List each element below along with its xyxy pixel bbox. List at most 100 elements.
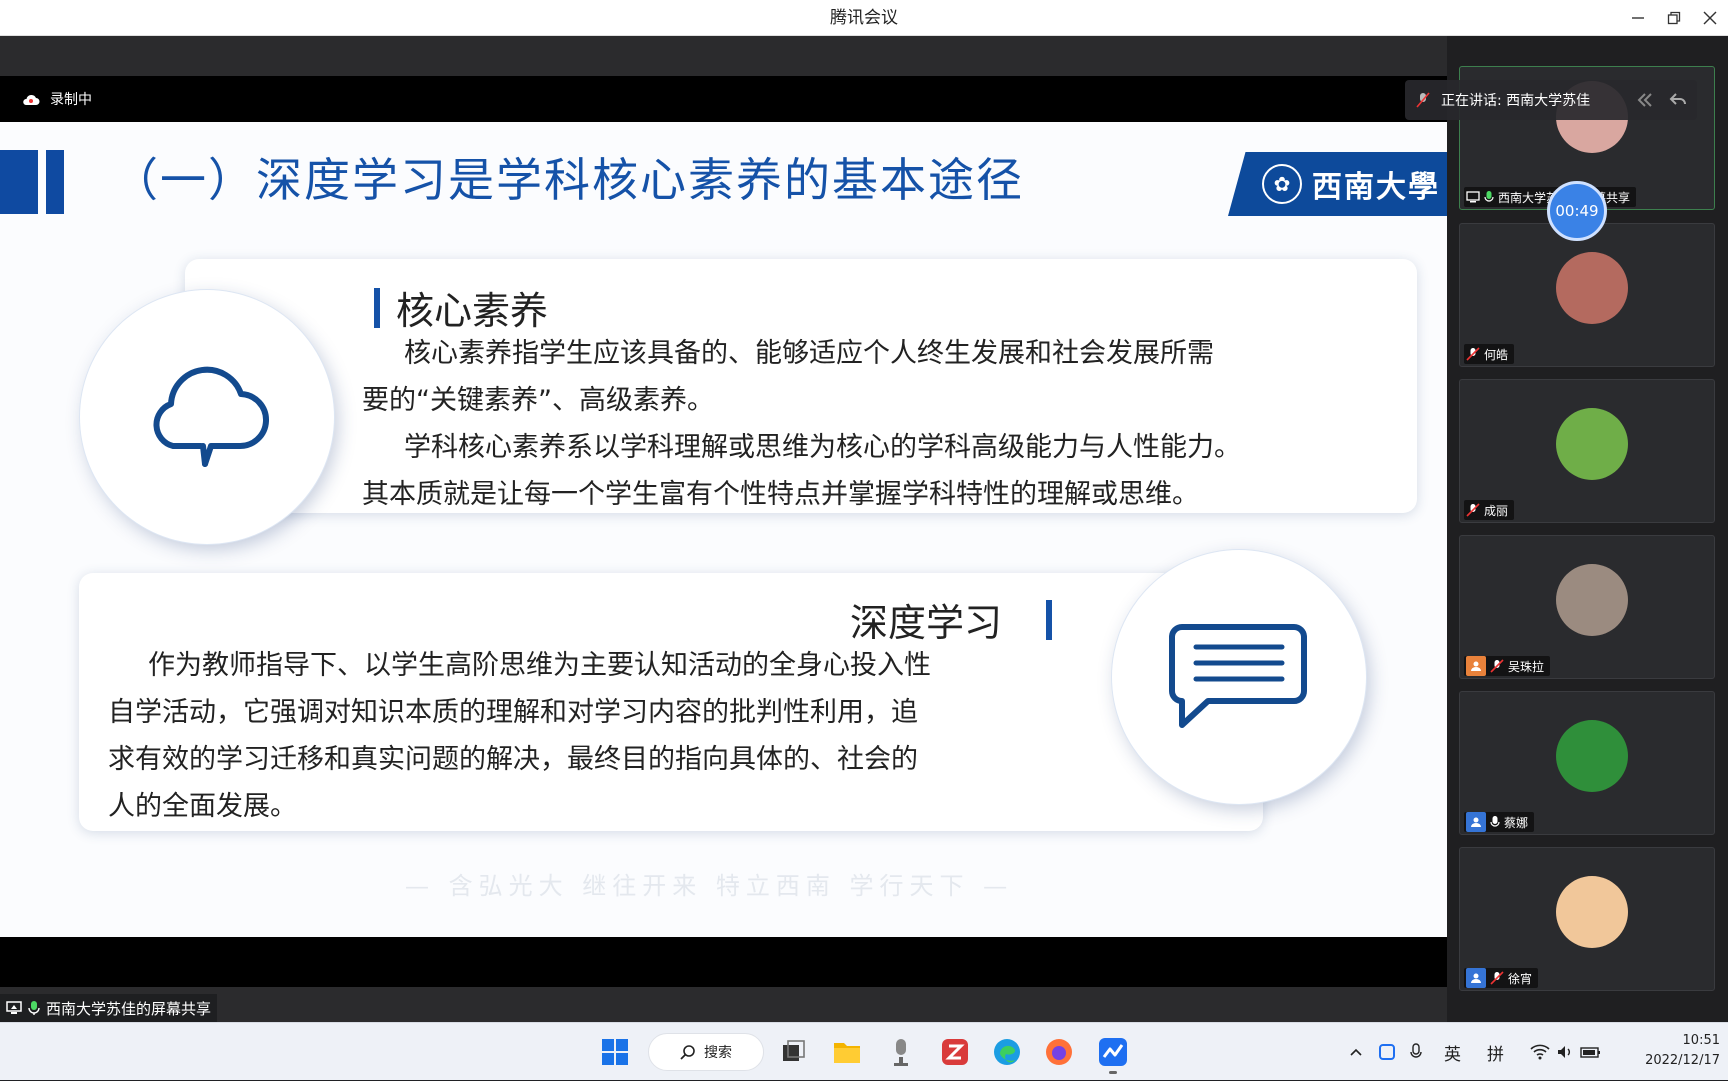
participant-name: 成丽 — [1484, 503, 1509, 518]
avatar — [1556, 720, 1628, 792]
section-title-core-literacy: 核心素养 — [396, 289, 549, 333]
active-app-indicator — [1109, 1071, 1117, 1074]
participant-name: 吴珠拉 — [1508, 659, 1545, 674]
mic-muted-icon — [1416, 92, 1430, 108]
screen-share-label-bar: 西南大学苏佳的屏幕共享 — [0, 994, 218, 1022]
participant-name-tag: 蔡娜 — [1464, 812, 1535, 832]
ime-mode-indicator[interactable]: 拼 — [1487, 1040, 1504, 1065]
mic-muted-icon — [1490, 659, 1504, 673]
recording-indicator[interactable]: 录制中 — [22, 76, 92, 122]
text-line: 人的全面发展。 — [108, 791, 297, 822]
minimize-icon — [1632, 17, 1644, 19]
university-motto: — 含弘光大 继往开来 特立西南 学行天下 — — [405, 872, 1014, 900]
edge-browser-icon — [994, 1039, 1020, 1065]
chevron-up-icon[interactable] — [1348, 1044, 1364, 1060]
message-circle — [1112, 550, 1366, 804]
mic-muted-icon — [1466, 503, 1480, 517]
mic-muted-icon — [1466, 347, 1480, 361]
red-z-app-icon — [942, 1039, 968, 1065]
file-explorer-button[interactable] — [830, 1035, 864, 1069]
participant-name-tag: 成丽 — [1464, 500, 1515, 520]
section-title-deep-learning: 深度学习 — [850, 601, 1003, 645]
cloud-chat-icon — [153, 366, 269, 467]
cloud-recording-icon — [23, 94, 40, 105]
task-view-icon — [783, 1040, 805, 1061]
speaking-label: 正在讲话: 西南大学苏佳 — [1441, 93, 1591, 109]
clock-date: 2022/12/17 — [1645, 1053, 1720, 1068]
deep-learning-text: 作为教师指导下、以学生高阶思维为主要认知活动的全身心投入性 自学活动，它强调对知… — [108, 642, 1038, 830]
guest-icon — [1466, 812, 1486, 832]
system-tray: 英 拼 — [1348, 1023, 1602, 1081]
avatar — [1556, 408, 1628, 480]
text-line: 自学活动，它强调对知识本质的理解和对学习内容的批判性利用，追 — [108, 697, 918, 728]
recorder-app-button[interactable] — [884, 1035, 918, 1069]
windows-start-icon — [602, 1039, 628, 1065]
text-line: 核心素养指学生应该具备的、能够适应个人终生发展和社会发展所需 — [404, 338, 1214, 369]
core-literacy-text: 核心素养指学生应该具备的、能够适应个人终生发展和社会发展所需 要的“关键素养”、… — [362, 330, 1382, 518]
participant-tile[interactable]: 蔡娜 — [1459, 691, 1715, 835]
host-icon — [1466, 656, 1486, 676]
restore-button[interactable] — [1656, 0, 1692, 36]
text-line: 作为教师指导下、以学生高阶思维为主要认知活动的全身心投入性 — [148, 650, 931, 681]
bottom-band — [0, 937, 1447, 987]
wifi-icon[interactable] — [1530, 1044, 1550, 1060]
participant-name: 徐宵 — [1508, 971, 1533, 986]
section-title-bar — [374, 288, 380, 328]
participant-tile[interactable]: 吴珠拉 — [1459, 535, 1715, 679]
taskbar-search[interactable]: 搜索 — [648, 1033, 764, 1071]
microphone-icon[interactable] — [1410, 1043, 1422, 1061]
section-title-bar — [1046, 600, 1052, 640]
clock-time: 10:51 — [1682, 1033, 1720, 1048]
tencent-meeting-button[interactable] — [1096, 1035, 1130, 1074]
screen-share-icon — [1466, 191, 1480, 203]
title-accent-bar — [0, 150, 38, 214]
message-bubble-icon — [1169, 624, 1307, 728]
presentation-slide: （一）深度学习是学科核心素养的基本途径 ✿ 西南大學 核心素养 核心素养指学生应… — [0, 122, 1447, 937]
university-logo: ✿ 西南大學 — [1228, 152, 1447, 216]
firefox-browser-icon — [1046, 1039, 1072, 1065]
minimize-button[interactable] — [1620, 0, 1656, 36]
screen-share-label: 西南大学苏佳的屏幕共享 — [46, 999, 212, 1018]
screen-share-icon — [6, 1001, 22, 1014]
shared-screen-area: 录制中 （一）深度学习是学科核心素养的基本途径 ✿ 西南大學 核心素养 核心素养… — [0, 36, 1447, 1022]
participant-name: 何皓 — [1484, 347, 1509, 362]
window-title: 腾讯会议 — [830, 8, 898, 28]
close-button[interactable] — [1692, 0, 1728, 36]
university-seal-icon: ✿ — [1262, 164, 1302, 204]
folder-icon — [834, 1043, 860, 1063]
participant-name-tag: 吴珠拉 — [1464, 656, 1551, 676]
guest-icon — [1466, 968, 1486, 988]
taskbar-clock[interactable]: 10:51 2022/12/17 — [1626, 1031, 1720, 1071]
participant-tile[interactable]: 成丽 — [1459, 379, 1715, 523]
avatar — [1556, 564, 1628, 636]
text-line: 其本质就是让每一个学生富有个性特点并掌握学科特性的理解或思维。 — [362, 479, 1199, 510]
avatar — [1556, 252, 1628, 324]
start-button[interactable] — [598, 1035, 632, 1069]
participant-name-tag: 徐宵 — [1464, 968, 1539, 988]
window-title-bar: 腾讯会议 — [0, 0, 1728, 36]
red-app-button[interactable] — [938, 1035, 972, 1069]
microphone-app-icon — [894, 1039, 908, 1066]
search-label: 搜索 — [704, 1045, 732, 1061]
back-arrow-icon — [1669, 93, 1686, 105]
title-accent-bar-thin — [46, 150, 64, 214]
microphone-icon — [28, 1001, 40, 1015]
edge-browser-button[interactable] — [990, 1035, 1024, 1069]
ime-language-indicator[interactable]: 英 — [1444, 1040, 1461, 1065]
tray-app-icon[interactable] — [1378, 1043, 1396, 1061]
recording-band: 录制中 — [0, 76, 1447, 122]
battery-icon[interactable] — [1580, 1044, 1602, 1060]
task-view-button[interactable] — [776, 1035, 810, 1069]
recording-label: 录制中 — [50, 92, 92, 108]
participant-tile[interactable]: 徐宵 — [1459, 847, 1715, 991]
speaking-indicator: 正在讲话: 西南大学苏佳 — [1405, 80, 1697, 120]
cloud-chat-circle — [80, 290, 334, 544]
taskbar: 搜索 英 拼 10:51 2022/12/17 — [0, 1022, 1728, 1080]
volume-icon[interactable] — [1556, 1044, 1574, 1060]
slide-heading: （一）深度学习是学科核心素养的基本途径 — [112, 153, 1024, 207]
participant-tile[interactable]: 何皓 — [1459, 223, 1715, 367]
meeting-timer: 00:49 — [1547, 181, 1607, 241]
search-icon — [680, 1045, 695, 1060]
university-logo-text: 西南大學 — [1312, 170, 1440, 205]
firefox-browser-button[interactable] — [1042, 1035, 1076, 1069]
